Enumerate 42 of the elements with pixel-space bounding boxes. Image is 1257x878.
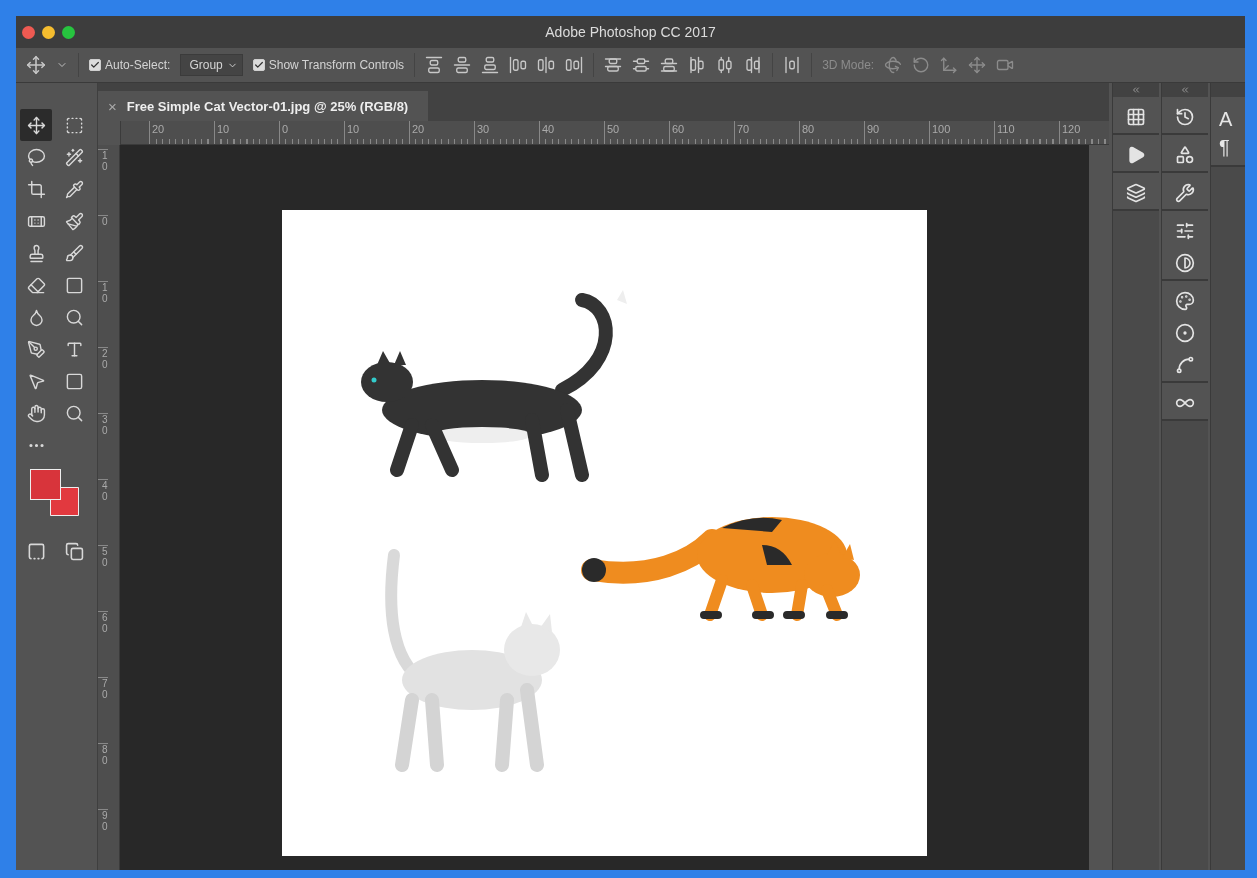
layers-icon[interactable] [1126, 183, 1146, 203]
check-icon [253, 60, 264, 70]
adjustments-icon[interactable] [1175, 221, 1195, 241]
foreground-color-swatch[interactable] [30, 469, 61, 500]
align-bottom-icon[interactable] [481, 56, 500, 74]
zoom-window-button[interactable] [62, 25, 75, 39]
align-right-icon[interactable] [565, 56, 584, 74]
window-title: Adobe Photoshop CC 2017 [545, 24, 716, 40]
distribute-top-icon[interactable] [604, 56, 623, 74]
check-icon [90, 60, 100, 70]
distribute-center-icon[interactable] [716, 56, 735, 74]
minimize-window-button[interactable] [42, 25, 55, 39]
move-tool-icon[interactable] [26, 55, 46, 75]
align-top-icon[interactable] [425, 56, 444, 74]
align-center-icon[interactable] [537, 56, 556, 74]
contrast-icon[interactable] [1175, 253, 1195, 273]
align-middle-icon[interactable] [453, 56, 472, 74]
distribute-middle-icon[interactable] [632, 56, 651, 74]
palette-icon[interactable] [1175, 291, 1195, 311]
auto-select-dropdown[interactable]: Group [180, 54, 243, 76]
move-tool-icon[interactable] [20, 109, 52, 141]
close-window-button[interactable] [22, 25, 35, 39]
close-tab-button[interactable]: × [108, 97, 117, 115]
vertical-ruler: 10 0 10 20 30 40 50 60 70 80 90 [98, 145, 120, 870]
panel-shortcut[interactable]: ¶ [1219, 135, 1230, 159]
3d-mode-label: 3D Mode: [822, 58, 875, 72]
shapes-icon[interactable] [1175, 145, 1195, 165]
show-transform-controls-checkbox[interactable]: Show Transform Controls [252, 58, 405, 72]
align-left-icon[interactable] [509, 56, 528, 74]
play-icon[interactable] [1126, 145, 1146, 165]
horizontal-ruler: 20 10 0 10 20 30 40 50 60 70 80 90 100 110 120 [121, 121, 1109, 145]
auto-select-checkbox[interactable]: Auto-Select: [89, 58, 171, 72]
distribute-right-icon[interactable] [744, 56, 763, 74]
history-icon[interactable] [1175, 107, 1195, 127]
paths-icon[interactable] [1175, 355, 1195, 375]
distribute-left-icon[interactable] [688, 56, 707, 74]
distribute-bottom-icon[interactable] [660, 56, 679, 74]
grid-icon[interactable] [1126, 107, 1146, 127]
auto-align-icon[interactable] [783, 56, 802, 74]
tools-icon[interactable] [1175, 183, 1195, 203]
panel-shortcut[interactable]: A [1219, 107, 1233, 131]
document-tab[interactable]: × Free Simple Cat Vector-01.jpg @ 25% (RGB/8) [98, 91, 429, 121]
